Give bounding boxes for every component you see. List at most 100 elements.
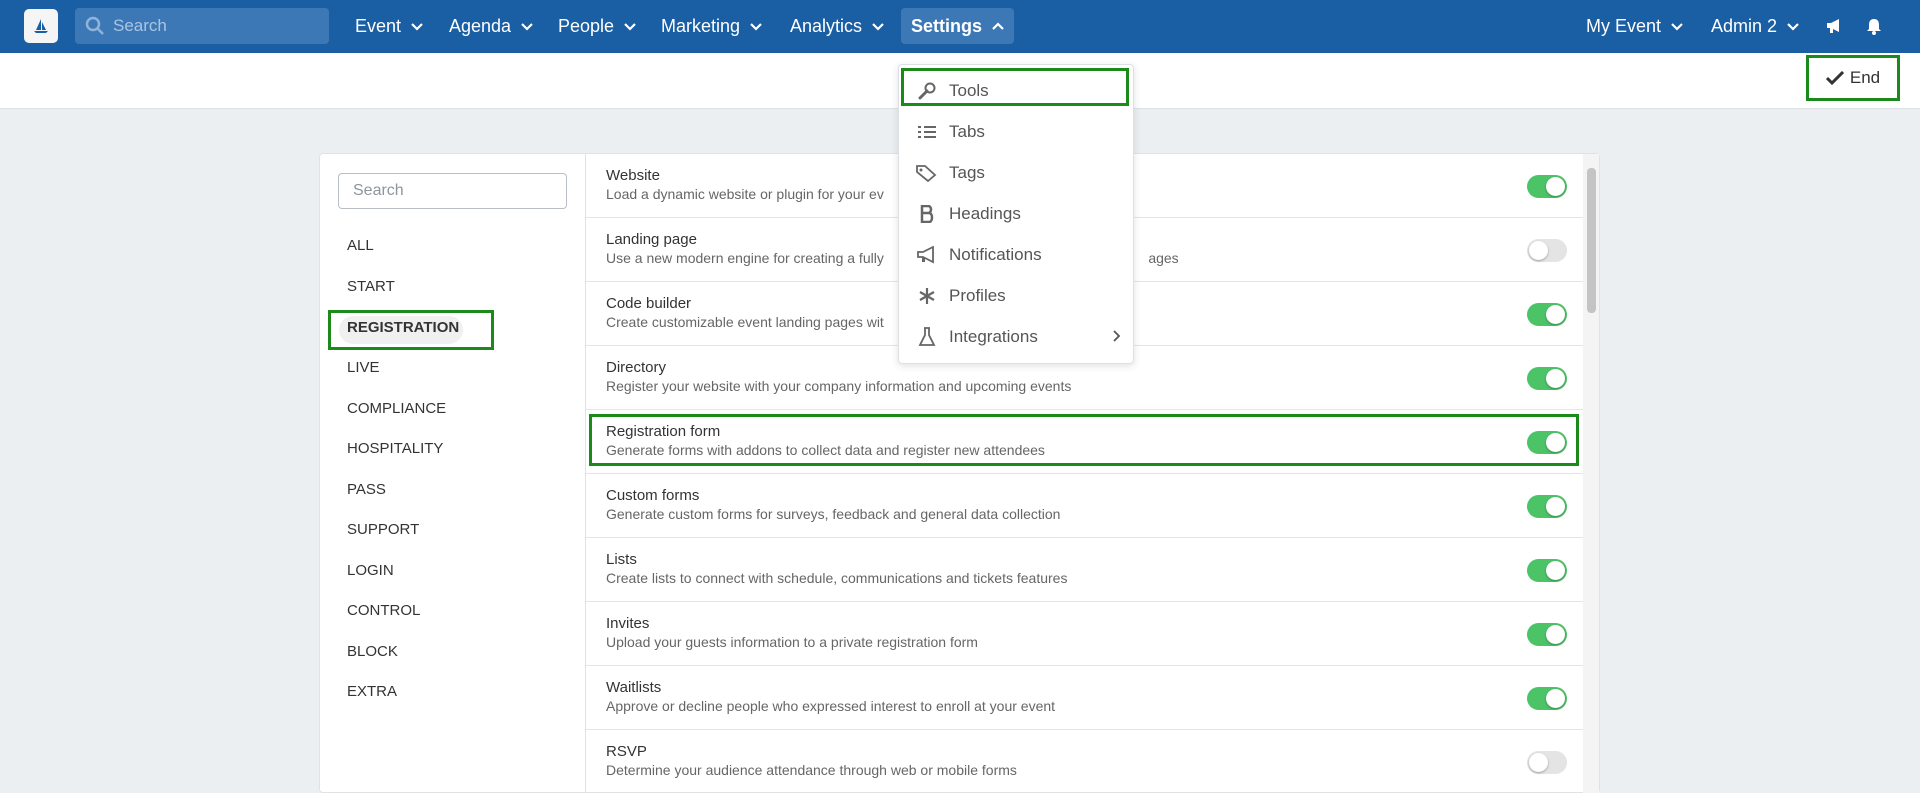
menu-item-headings[interactable]: Headings	[899, 193, 1135, 234]
chevron-down-icon	[750, 22, 762, 31]
nav-marketing[interactable]: Marketing	[661, 0, 762, 53]
feature-row-custom-forms: Custom forms Generate custom forms for s…	[586, 474, 1584, 538]
nav-analytics[interactable]: Analytics	[790, 0, 884, 53]
feature-description: Upload your guests information to a priv…	[606, 634, 978, 650]
chevron-down-icon	[521, 22, 533, 31]
feature-title: Lists	[606, 551, 637, 568]
feature-title: Code builder	[606, 295, 692, 312]
menu-item-integrations[interactable]: Integrations	[899, 316, 1135, 357]
category-live[interactable]: LIVE	[347, 359, 380, 376]
menu-item-profiles[interactable]: Profiles	[899, 275, 1135, 316]
top-navbar: Search Event Agenda People Marketing Ana…	[0, 0, 1920, 53]
feature-description: Load a dynamic website or plugin for you…	[606, 186, 884, 202]
megaphone-icon	[916, 244, 938, 266]
feature-row-rsvp: RSVP Determine your audience attendance …	[586, 730, 1584, 793]
nav-event-label: Event	[355, 16, 402, 36]
tags-icon	[916, 162, 938, 184]
category-all[interactable]: ALL	[347, 237, 374, 254]
feature-title: Directory	[606, 359, 667, 376]
category-pass[interactable]: PASS	[347, 481, 386, 498]
end-button[interactable]: End	[1806, 55, 1900, 101]
nav-admin-label: Admin 2	[1711, 16, 1778, 36]
menu-item-tags[interactable]: Tags	[899, 152, 1135, 193]
nav-my-event[interactable]: My Event	[1586, 0, 1683, 53]
search-placeholder: Search	[113, 16, 167, 35]
feature-toggle[interactable]	[1527, 303, 1567, 326]
feature-title: Custom forms	[606, 487, 700, 504]
feature-title: Landing page	[606, 231, 697, 248]
feature-toggle[interactable]	[1527, 367, 1567, 390]
feature-description: Register your website with your company …	[606, 378, 1072, 394]
category-login[interactable]: LOGIN	[347, 562, 394, 579]
settings-dropdown-menu: Tools Tabs Tags Headings Notifications P…	[898, 64, 1134, 364]
app-logo[interactable]	[24, 9, 58, 43]
feature-title: Waitlists	[606, 679, 662, 696]
category-compliance[interactable]: COMPLIANCE	[347, 400, 446, 417]
chevron-right-icon	[1113, 330, 1121, 342]
nav-my-event-label: My Event	[1586, 16, 1662, 36]
end-button-label: End	[1849, 68, 1881, 87]
feature-description: Create lists to connect with schedule, c…	[606, 570, 1068, 586]
scrollbar-thumb[interactable]	[1587, 168, 1596, 313]
chevron-down-icon	[872, 22, 884, 31]
search-icon	[85, 16, 104, 35]
nav-settings-label: Settings	[911, 15, 983, 36]
tools-highlight-box	[901, 68, 1129, 106]
menu-item-label: Profiles	[949, 285, 1006, 305]
category-search-input[interactable]: Search	[338, 173, 567, 209]
bold-icon	[916, 203, 938, 225]
asterisk-icon	[916, 285, 938, 307]
category-support[interactable]: SUPPORT	[347, 521, 419, 538]
category-start[interactable]: START	[347, 278, 395, 295]
feature-row-lists: Lists Create lists to connect with sched…	[586, 538, 1584, 602]
feature-description: Determine your audience attendance throu…	[606, 762, 1017, 778]
category-extra[interactable]: EXTRA	[347, 683, 397, 700]
notifications-button[interactable]	[1862, 14, 1886, 38]
category-registration-highlight-box	[328, 310, 494, 350]
check-icon	[1825, 71, 1844, 85]
feature-toggle[interactable]	[1527, 751, 1567, 774]
feature-toggle[interactable]	[1527, 495, 1567, 518]
menu-item-label: Notifications	[949, 244, 1042, 264]
nav-people[interactable]: People	[558, 0, 636, 53]
category-block[interactable]: BLOCK	[347, 643, 398, 660]
chevron-down-icon	[1787, 22, 1799, 31]
menu-item-notifications[interactable]: Notifications	[899, 234, 1135, 275]
nav-marketing-label: Marketing	[661, 16, 741, 36]
nav-settings[interactable]: Settings	[901, 8, 1015, 44]
nav-agenda[interactable]: Agenda	[449, 0, 533, 53]
feature-toggle[interactable]	[1527, 687, 1567, 710]
feature-row-waitlists: Waitlists Approve or decline people who …	[586, 666, 1584, 730]
feature-title: RSVP	[606, 743, 647, 760]
feature-description: Approve or decline people who expressed …	[606, 698, 1056, 714]
feature-description: Generate custom forms for surveys, feedb…	[606, 506, 1061, 522]
nav-people-label: People	[558, 16, 615, 36]
chevron-down-icon	[624, 22, 636, 31]
feature-row-invites: Invites Upload your guests information t…	[586, 602, 1584, 666]
registration-form-highlight-box	[589, 414, 1579, 466]
category-search-placeholder: Search	[353, 182, 404, 199]
chevron-down-icon	[1671, 22, 1683, 31]
feature-title: Website	[606, 167, 660, 184]
global-search-input[interactable]: Search	[75, 8, 329, 44]
feature-description: Create customizable event landing pages …	[606, 314, 884, 330]
megaphone-icon	[1827, 19, 1839, 33]
nav-event[interactable]: Event	[355, 0, 423, 53]
category-control[interactable]: CONTROL	[347, 602, 420, 619]
nav-admin[interactable]: Admin 2	[1711, 0, 1799, 53]
list-icon	[916, 121, 938, 143]
feature-toggle[interactable]	[1527, 239, 1567, 262]
chevron-down-icon	[411, 22, 423, 31]
menu-item-label: Tabs	[949, 121, 985, 141]
feature-title: Invites	[606, 615, 650, 632]
feature-toggle[interactable]	[1527, 623, 1567, 646]
menu-item-tabs[interactable]: Tabs	[899, 111, 1135, 152]
menu-item-label: Integrations	[949, 326, 1038, 346]
feature-toggle[interactable]	[1527, 559, 1567, 582]
category-hospitality[interactable]: HOSPITALITY	[347, 440, 443, 457]
announcements-button[interactable]	[1822, 14, 1846, 38]
feature-toggle[interactable]	[1527, 175, 1567, 198]
nav-agenda-label: Agenda	[449, 16, 512, 36]
chevron-up-icon	[992, 22, 1004, 30]
menu-item-label: Tags	[949, 162, 985, 182]
